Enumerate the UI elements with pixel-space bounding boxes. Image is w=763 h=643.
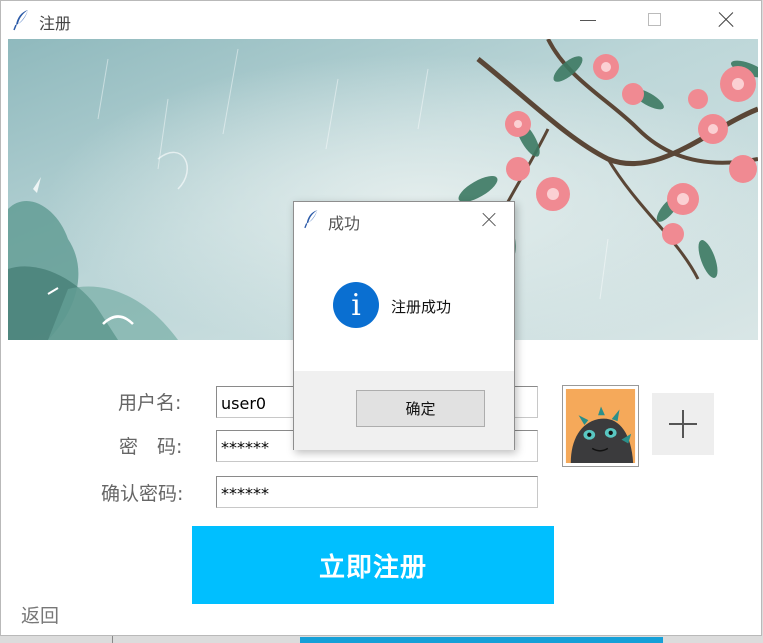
minimize-icon — [580, 20, 596, 21]
register-button[interactable]: 立即注册 — [192, 526, 554, 604]
close-button[interactable] — [695, 1, 755, 39]
back-link[interactable]: 返回 — [21, 601, 59, 628]
ok-button[interactable]: 确定 — [356, 390, 485, 427]
window-title: 注册 — [39, 14, 72, 33]
dialog-close-button[interactable] — [478, 209, 500, 231]
minimize-button[interactable] — [558, 1, 618, 39]
dialog-message: 注册成功 — [391, 298, 452, 316]
avatar-image[interactable] — [562, 385, 639, 467]
maximize-button[interactable] — [625, 1, 685, 39]
info-icon: i — [333, 282, 379, 328]
success-dialog: 成功 i 注册成功 确定 — [293, 201, 515, 450]
title-bar: 注册 — [1, 1, 761, 39]
background-window-edge — [112, 636, 113, 643]
add-avatar-button[interactable] — [652, 393, 714, 455]
confirm-password-label: 确认密码: — [101, 483, 184, 505]
dialog-title: 成功 — [328, 214, 361, 233]
username-label: 用户名: — [118, 392, 182, 414]
feather-icon — [13, 10, 28, 31]
password-label: 密 码: — [119, 436, 183, 458]
feather-icon — [304, 210, 318, 229]
confirm-password-input[interactable]: ****** — [216, 476, 538, 508]
background-window-strip — [300, 637, 663, 643]
dialog-footer: 确定 — [294, 371, 514, 450]
maximize-icon — [648, 13, 661, 26]
